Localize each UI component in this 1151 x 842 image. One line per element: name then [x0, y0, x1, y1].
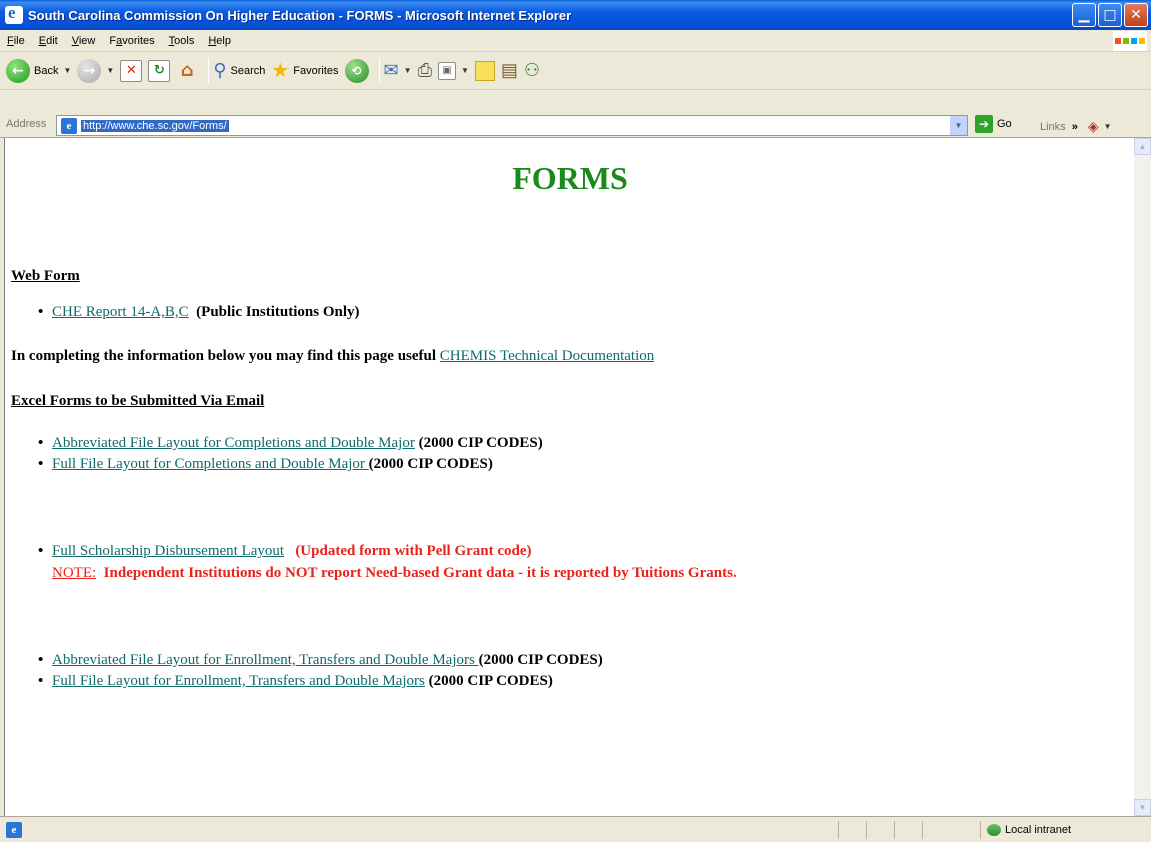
search-button[interactable]: ⚲ Search — [213, 56, 265, 86]
note-link[interactable]: NOTE: — [52, 565, 96, 581]
address-input[interactable]: e http://www.che.sc.gov/Forms/ ▼ — [56, 115, 968, 136]
chevron-right-icon[interactable]: » — [1072, 121, 1078, 133]
che-report-link[interactable]: CHE Report 14-A,B,C — [52, 304, 189, 320]
links-label: Links — [1040, 120, 1066, 133]
maximize-icon: □ — [1103, 7, 1117, 23]
address-bar: Address e http://www.che.sc.gov/Forms/ ▼… — [0, 90, 1151, 138]
page-viewport: FORMS Web Form CHE Report 14-A,B,C (Publ… — [4, 138, 1151, 816]
toolbar-separator — [208, 57, 210, 84]
print-button[interactable]: ⎙ — [418, 56, 432, 86]
forward-arrow-icon: → — [77, 58, 102, 83]
search-icon: ⚲ — [213, 60, 227, 80]
back-arrow-icon: ← — [6, 58, 30, 83]
chemis-doc-link[interactable]: CHEMIS Technical Documentation — [440, 348, 654, 364]
favorites-button[interactable]: ★ Favorites — [271, 56, 338, 86]
favorites-star-icon: ★ — [271, 60, 290, 82]
ie-icon — [5, 3, 23, 24]
window-title: South Carolina Commission On Higher Educ… — [28, 7, 572, 23]
back-dropdown-icon[interactable]: ▼ — [63, 66, 71, 75]
window-controls: ▁ □ ✕ — [1072, 3, 1148, 27]
refresh-button[interactable]: ↻ — [148, 56, 171, 86]
status-panels — [838, 821, 950, 839]
mail-icon: ✉ — [383, 60, 399, 80]
minimize-icon: ▁ — [1078, 7, 1090, 23]
edit-dropdown-icon[interactable]: ▼ — [461, 66, 469, 75]
mail-button[interactable]: ✉ ▼ — [384, 56, 412, 86]
menu-view[interactable]: View — [65, 35, 103, 47]
print-icon: ⎙ — [417, 60, 432, 80]
list-item: Full File Layout for Completions and Dou… — [38, 456, 493, 473]
note-line: NOTE: Independent Institutions do NOT re… — [52, 565, 737, 581]
research-button[interactable]: ▤ — [501, 56, 518, 86]
note-icon — [474, 60, 495, 81]
discuss-button[interactable] — [474, 56, 495, 86]
zone-label: Local intranet — [1005, 824, 1072, 836]
abbrev-completions-link[interactable]: Abbreviated File Layout for Completions … — [52, 435, 415, 451]
menu-favorites[interactable]: Favorites — [102, 35, 161, 47]
close-icon: ✕ — [1130, 7, 1142, 23]
go-label: Go — [997, 118, 1012, 130]
info-line: In completing the information below you … — [11, 348, 655, 364]
media-button[interactable]: ⟲ — [344, 56, 369, 86]
go-button[interactable]: ➔ Go — [975, 115, 1012, 133]
mail-dropdown-icon[interactable]: ▼ — [404, 66, 412, 75]
intranet-icon — [987, 824, 1001, 836]
messenger-button[interactable]: ⚇ — [524, 56, 540, 86]
list-item: CHE Report 14-A,B,C (Public Institutions… — [38, 304, 360, 321]
menu-tools[interactable]: Tools — [162, 35, 202, 47]
vertical-scrollbar[interactable]: ▲ ▼ — [1134, 138, 1151, 816]
maximize-button[interactable]: □ — [1098, 3, 1122, 27]
scroll-down-icon[interactable]: ▼ — [1134, 799, 1151, 816]
list-item: Abbreviated File Layout for Completions … — [38, 435, 543, 452]
forward-dropdown-icon[interactable]: ▼ — [106, 66, 114, 75]
address-dropdown-icon[interactable]: ▼ — [950, 116, 967, 135]
full-completions-link[interactable]: Full File Layout for Completions and Dou… — [52, 456, 369, 472]
security-zone[interactable]: Local intranet — [980, 821, 1071, 839]
refresh-icon: ↻ — [148, 59, 171, 82]
page-status-icon: e — [6, 821, 22, 838]
close-button[interactable]: ✕ — [1124, 3, 1148, 27]
home-icon: ⌂ — [180, 60, 194, 81]
links-toolbar[interactable]: Links » ◈ ▼ — [1040, 118, 1112, 135]
status-bar: e Local intranet — [0, 816, 1151, 842]
toolbar-separator — [378, 57, 380, 84]
menu-edit[interactable]: Edit — [32, 35, 65, 47]
web-form-heading: Web Form — [11, 268, 80, 284]
list-item: Abbreviated File Layout for Enrollment, … — [38, 652, 603, 669]
menu-file[interactable]: File — [0, 35, 32, 47]
list-item: Full File Layout for Enrollment, Transfe… — [38, 673, 553, 690]
excel-forms-heading: Excel Forms to be Submitted Via Email — [11, 393, 265, 409]
full-enrollment-link[interactable]: Full File Layout for Enrollment, Transfe… — [52, 673, 425, 689]
home-button[interactable]: ⌂ — [176, 56, 198, 86]
address-url[interactable]: http://www.che.sc.gov/Forms/ — [81, 119, 229, 132]
window-title-bar[interactable]: South Carolina Commission On Higher Educ… — [0, 0, 1151, 30]
menu-help[interactable]: Help — [201, 35, 238, 47]
acrobat-dropdown-icon[interactable]: ▼ — [1104, 122, 1112, 131]
list-item: Full Scholarship Disbursement Layout (Up… — [38, 543, 532, 560]
acrobat-icon[interactable]: ◈ — [1088, 118, 1099, 135]
edit-page-icon: ▣ — [437, 61, 456, 80]
page-title: FORMS — [512, 160, 628, 196]
stop-icon: ✕ — [120, 59, 143, 82]
stop-button[interactable]: ✕ — [120, 56, 143, 86]
back-button[interactable]: ← Back ▼ — [6, 56, 71, 86]
scholarship-link[interactable]: Full Scholarship Disbursement Layout — [52, 543, 284, 559]
research-book-icon: ▤ — [500, 60, 518, 80]
standard-toolbar: ← Back ▼ → ▼ ✕ ↻ ⌂ ⚲ Search ★ Favorites … — [0, 52, 1151, 90]
scroll-up-icon[interactable]: ▲ — [1134, 138, 1151, 155]
abbrev-enrollment-link[interactable]: Abbreviated File Layout for Enrollment, … — [52, 652, 479, 668]
forward-button[interactable]: → ▼ — [77, 56, 114, 86]
web-page: FORMS Web Form CHE Report 14-A,B,C (Publ… — [5, 138, 1135, 816]
go-arrow-icon: ➔ — [975, 115, 993, 133]
windows-logo-icon — [1113, 31, 1147, 51]
address-label: Address — [6, 118, 47, 130]
edit-button[interactable]: ▣ ▼ — [437, 56, 469, 86]
minimize-button[interactable]: ▁ — [1072, 3, 1096, 27]
menu-bar: File Edit View Favorites Tools Help — [0, 30, 1151, 52]
history-icon: ⟲ — [344, 58, 369, 83]
messenger-icon: ⚇ — [523, 60, 541, 80]
page-icon: e — [61, 117, 77, 134]
